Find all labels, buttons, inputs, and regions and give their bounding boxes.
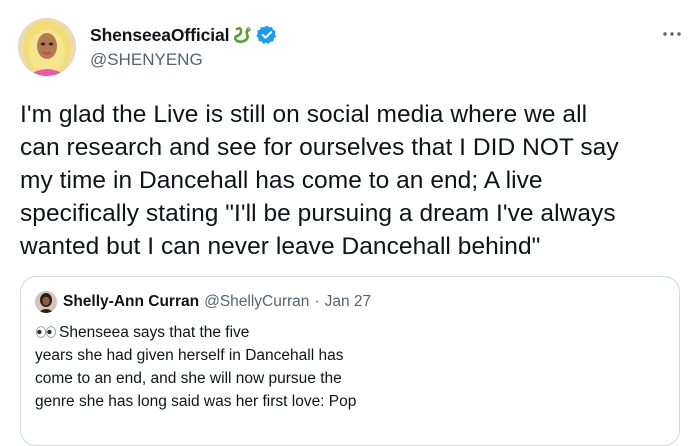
eyes-icon xyxy=(35,322,57,338)
tweet-text-line: I'm glad the Live is still on social med… xyxy=(20,101,588,128)
author-avatar[interactable] xyxy=(18,18,76,76)
author-name-row: ShenseeaOfficial xyxy=(90,22,278,48)
author-handle[interactable]: @SHENYENG xyxy=(90,50,278,70)
quoted-tweet-text-line: years she had given herself in Dancehall… xyxy=(35,347,344,364)
quoted-tweet-text-first: Shenseea says that the five xyxy=(59,324,250,341)
snake-icon xyxy=(233,25,253,45)
tweet-text: I'm glad the Live is still on social med… xyxy=(20,98,688,263)
quoted-tweet-card[interactable]: Shelly-Ann Curran @ShellyCurran · Jan 27… xyxy=(20,276,680,446)
quoted-tweet-header: Shelly-Ann Curran @ShellyCurran · Jan 27 xyxy=(35,291,371,313)
quoted-tweet-text-line: come to an end, and she will now pursue … xyxy=(35,370,342,387)
tweet-text-line: wanted but I can never leave Dancehall b… xyxy=(20,233,541,260)
quoted-tweet-text-line: Shenseea says that the five xyxy=(35,321,455,344)
quoted-tweet-text: Shenseea says that the five years she ha… xyxy=(35,321,455,413)
quoted-author-avatar[interactable] xyxy=(35,291,57,313)
author-display-name[interactable]: ShenseeaOfficial xyxy=(90,25,230,46)
quoted-tweet-text-line: genre she has long said was her first lo… xyxy=(35,393,357,410)
tweet-text-line: my time in Dancehall has come to an end;… xyxy=(20,167,543,194)
more-options-icon[interactable] xyxy=(662,26,682,36)
separator-dot: · xyxy=(314,293,320,310)
author-info: ShenseeaOfficial @SHENYENG xyxy=(90,22,278,70)
tweet: ShenseeaOfficial @SHENYENG I'm glad the … xyxy=(0,0,700,446)
quoted-tweet-date[interactable]: Jan 27 xyxy=(325,293,372,311)
quoted-author-display-name[interactable]: Shelly-Ann Curran xyxy=(63,293,199,311)
verified-badge-icon xyxy=(256,24,278,46)
tweet-text-line: specifically stating "I'll be pursuing a… xyxy=(20,200,616,227)
tweet-text-line: can research and see for ourselves that … xyxy=(20,134,619,161)
quoted-author-handle[interactable]: @ShellyCurran xyxy=(204,293,309,311)
